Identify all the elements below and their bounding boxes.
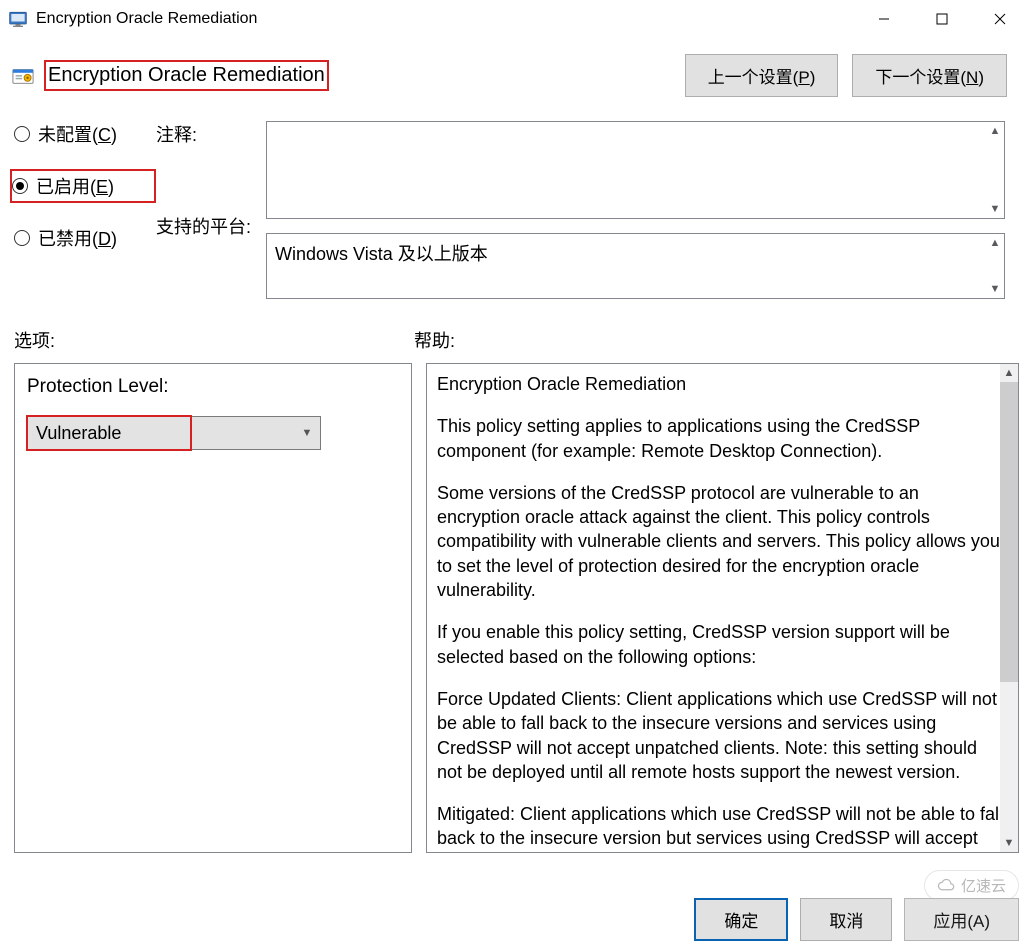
window-title: Encryption Oracle Remediation — [36, 10, 855, 28]
options-label: 选项: — [14, 327, 414, 353]
maximize-button[interactable] — [913, 0, 971, 38]
next-setting-button[interactable]: 下一个设置(N) — [852, 54, 1007, 97]
help-text: This policy setting applies to applicati… — [437, 414, 1004, 463]
options-panel: Protection Level: Vulnerable ▼ — [14, 363, 412, 853]
scroll-down-icon[interactable]: ▼ — [1000, 834, 1018, 852]
policy-icon — [12, 65, 34, 87]
previous-setting-button[interactable]: 上一个设置(P) — [685, 54, 839, 97]
policy-title: Encryption Oracle Remediation — [44, 60, 329, 91]
help-text: Force Updated Clients: Client applicatio… — [437, 687, 1004, 784]
scroll-down-icon[interactable]: ▼ — [986, 280, 1004, 298]
chevron-down-icon: ▼ — [294, 417, 320, 449]
supported-textbox: Windows Vista 及以上版本 ▲▼ — [266, 233, 1005, 299]
scroll-up-icon[interactable]: ▲ — [1000, 364, 1018, 382]
radio-enabled[interactable]: 已启用(E) — [12, 173, 150, 199]
help-scrollbar[interactable]: ▲ ▼ — [1000, 364, 1018, 852]
scrollbar[interactable]: ▲▼ — [986, 122, 1004, 218]
apply-button[interactable]: 应用(A) — [904, 898, 1019, 941]
cancel-button[interactable]: 取消 — [800, 898, 892, 941]
comment-textbox[interactable]: ▲▼ — [266, 121, 1005, 219]
help-text: If you enable this policy setting, CredS… — [437, 620, 1004, 669]
scroll-up-icon[interactable]: ▲ — [986, 122, 1004, 140]
app-icon — [8, 9, 28, 29]
protection-level-dropdown[interactable]: Vulnerable ▼ — [27, 416, 321, 450]
scroll-down-icon[interactable]: ▼ — [986, 200, 1004, 218]
scrollbar[interactable]: ▲▼ — [986, 234, 1004, 298]
radio-enabled-highlight: 已启用(E) — [10, 169, 156, 203]
supported-label: 支持的平台: — [156, 213, 266, 239]
ok-button[interactable]: 确定 — [694, 898, 788, 941]
radio-icon — [14, 126, 30, 142]
help-heading: Encryption Oracle Remediation — [437, 372, 1004, 396]
scrollbar-thumb[interactable] — [1000, 382, 1018, 682]
help-text: Mitigated: Client applications which use… — [437, 802, 1004, 851]
comment-label: 注释: — [156, 121, 266, 147]
title-bar: Encryption Oracle Remediation — [0, 0, 1033, 38]
window-controls — [855, 0, 1029, 38]
radio-icon-selected — [12, 178, 28, 194]
scroll-up-icon[interactable]: ▲ — [986, 234, 1004, 252]
help-panel: Encryption Oracle Remediation This polic… — [426, 363, 1019, 853]
help-label: 帮助: — [414, 327, 455, 353]
help-text: Some versions of the CredSSP protocol ar… — [437, 481, 1004, 602]
protection-level-value: Vulnerable — [26, 415, 192, 451]
radio-icon — [14, 230, 30, 246]
supported-text: Windows Vista 及以上版本 — [267, 234, 1004, 272]
close-button[interactable] — [971, 0, 1029, 38]
radio-not-configured[interactable]: 未配置(C) — [14, 121, 156, 147]
radio-disabled[interactable]: 已禁用(D) — [14, 225, 156, 251]
protection-level-label: Protection Level: — [27, 376, 399, 398]
minimize-button[interactable] — [855, 0, 913, 38]
